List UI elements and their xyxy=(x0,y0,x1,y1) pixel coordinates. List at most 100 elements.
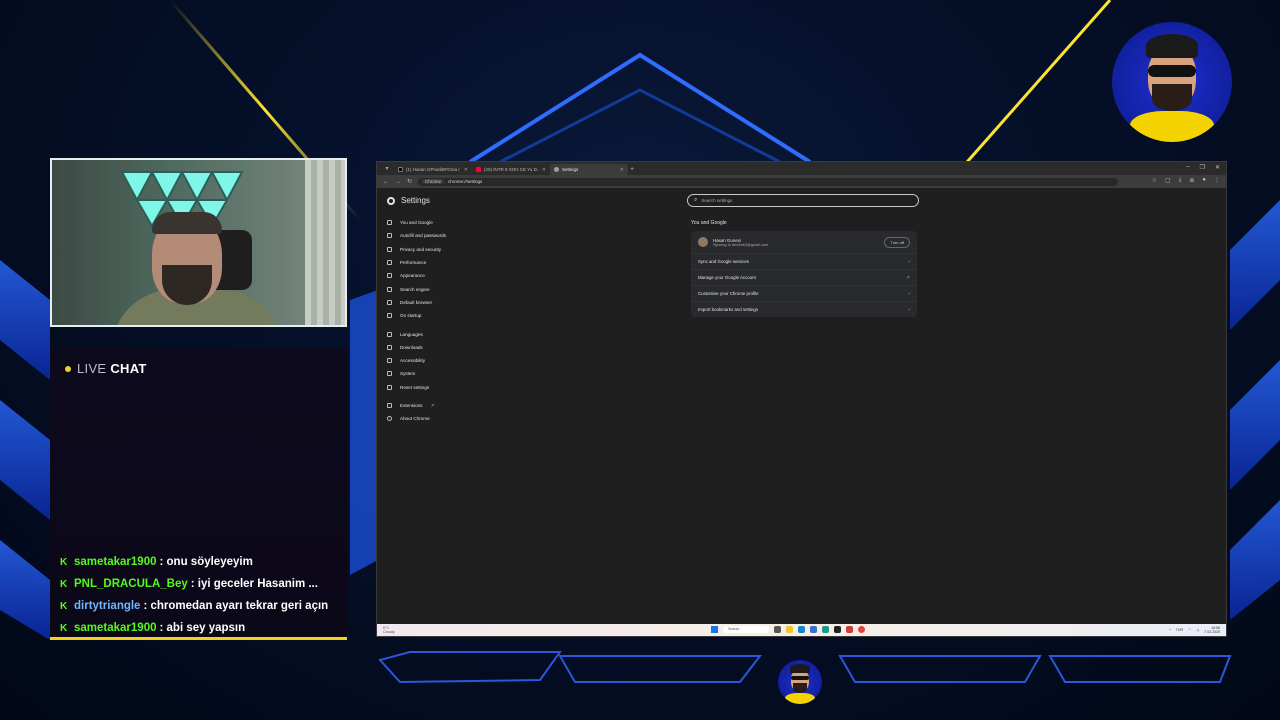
obs-icon[interactable] xyxy=(834,626,841,633)
profile-sync-status: Syncing to devilm63@gmail.com xyxy=(713,242,769,247)
customise-profile-row[interactable]: Customise your Chrome profile › xyxy=(691,285,917,301)
file-explorer-icon[interactable] xyxy=(786,626,793,633)
sidebar-item-reset[interactable]: Reset settings xyxy=(387,381,507,394)
window-controls: – ❐ ✕ xyxy=(1186,164,1220,171)
settings-page: Settings You and Google Autofill and pas… xyxy=(377,188,1226,624)
weather-widget[interactable]: 6°C Cloudy xyxy=(383,626,395,634)
wifi-icon[interactable]: ◠ xyxy=(1188,628,1191,632)
close-icon[interactable]: ✕ xyxy=(620,167,624,173)
tray-language[interactable]: TUR xyxy=(1176,628,1183,632)
reset-icon xyxy=(387,384,392,390)
minimize-icon[interactable]: – xyxy=(1186,164,1189,171)
chat-text: : onu söyleyeyim xyxy=(159,556,253,568)
streamer-avatar-small xyxy=(778,660,822,704)
accessibility-icon xyxy=(387,358,392,364)
sidebar-item-system[interactable]: System xyxy=(387,367,507,380)
tab-strip: ▾ (1) Hasan GPnarli8FGma / X ✕ (20) INTR… xyxy=(377,162,1226,175)
sidebar-item-downloads[interactable]: Downloads xyxy=(387,341,507,354)
live-dot-icon xyxy=(65,365,71,372)
app-icon[interactable] xyxy=(846,626,853,633)
store-icon[interactable] xyxy=(810,626,817,633)
bookmark-star-icon[interactable]: ☆ xyxy=(1152,177,1157,184)
back-icon[interactable]: ← xyxy=(383,179,389,185)
task-view-icon[interactable] xyxy=(774,626,781,633)
chat-text: : chromedan ayarı tekrar geri açın xyxy=(143,600,329,612)
profile-row[interactable]: Hasan Gunesi Syncing to devilm63@gmail.c… xyxy=(691,231,917,253)
app-icon[interactable] xyxy=(822,626,829,633)
new-tab-button[interactable]: + xyxy=(630,166,634,173)
sidebar-item-about-chrome[interactable]: About Chrome xyxy=(387,412,507,425)
sidebar-item-search-engine[interactable]: Search engine xyxy=(387,282,507,295)
you-and-google-card: Hasan Gunesi Syncing to devilm63@gmail.c… xyxy=(691,231,917,317)
kick-icon: K xyxy=(60,600,68,612)
close-icon[interactable]: ✕ xyxy=(542,167,546,173)
chrome-window: ▾ (1) Hasan GPnarli8FGma / X ✕ (20) INTR… xyxy=(376,161,1227,637)
google-icon xyxy=(387,220,392,226)
volume-icon[interactable]: ◁ xyxy=(1196,628,1199,632)
sidebar-item-appearance[interactable]: Appearance xyxy=(387,269,507,282)
download-icon[interactable]: ⤓ xyxy=(1179,177,1182,184)
chevron-right-icon: › xyxy=(908,258,910,265)
sidebar-item-you-and-google[interactable]: You and Google xyxy=(387,216,507,229)
menu-icon[interactable]: ⋮ xyxy=(1214,177,1220,184)
search-icon xyxy=(387,286,392,292)
tab-youtube[interactable]: (20) INTR 8 SOH CE Yu D... ✕ xyxy=(472,164,550,175)
reload-icon[interactable]: ↻ xyxy=(407,178,412,185)
palette-icon xyxy=(387,273,392,279)
autofill-icon xyxy=(387,233,392,239)
chat-message: K sametakar1900 : abi sey yapsın xyxy=(60,617,345,639)
tab-x[interactable]: (1) Hasan GPnarli8FGma / X ✕ xyxy=(394,164,472,175)
language-icon xyxy=(387,331,392,337)
edge-icon[interactable] xyxy=(798,626,805,633)
tray-date[interactable]: 7.02.2025 xyxy=(1204,630,1220,634)
settings-sidebar: You and Google Autofill and passwords Pr… xyxy=(387,216,507,425)
sidebar-item-performance[interactable]: Performance xyxy=(387,256,507,269)
toolbar-actions: ☆ ▢ ⤓ ⊕ ● ⋮ xyxy=(1152,177,1220,184)
windows-start-icon[interactable] xyxy=(711,626,718,633)
sidebar-item-privacy[interactable]: Privacy and security xyxy=(387,243,507,256)
chat-message: K dirtytriangle : chromedan ayarı tekrar… xyxy=(60,595,345,617)
tab-settings[interactable]: Settings ✕ xyxy=(550,164,628,175)
close-icon[interactable]: ✕ xyxy=(464,167,468,173)
search-settings-input[interactable]: ⌕ Search settings xyxy=(687,194,919,207)
wrench-icon xyxy=(387,371,392,377)
manage-account-row[interactable]: Manage your Google Account ↗ xyxy=(691,269,917,285)
x-icon xyxy=(398,167,403,172)
chat-messages: K sametakar1900 : onu söyleyeyim K PNL_D… xyxy=(60,551,345,639)
chat-message: K sametakar1900 : onu söyleyeyim xyxy=(60,551,345,573)
sidebar-item-accessibility[interactable]: Accessibility xyxy=(387,354,507,367)
browser-toolbar: ← → ↻ Chrome chrome://settings ☆ ▢ ⤓ ⊕ ●… xyxy=(377,175,1226,188)
address-bar[interactable]: Chrome chrome://settings xyxy=(418,177,1119,186)
tray-chevron-icon[interactable]: ^ xyxy=(1169,628,1171,632)
sidepanel-icon[interactable]: ▢ xyxy=(1165,177,1171,184)
profile-icon[interactable]: ● xyxy=(1202,177,1206,184)
close-window-icon[interactable]: ✕ xyxy=(1215,164,1220,171)
chrome-taskbar-icon[interactable] xyxy=(858,626,865,633)
settings-header: Settings xyxy=(387,196,430,205)
tab-search-icon[interactable]: ▾ xyxy=(383,165,391,173)
maximize-icon[interactable]: ❐ xyxy=(1200,164,1205,171)
webcam-feed xyxy=(50,158,347,327)
sidebar-item-autofill[interactable]: Autofill and passwords xyxy=(387,229,507,242)
sidebar-item-default-browser[interactable]: Default browser xyxy=(387,296,507,309)
search-placeholder: Search settings xyxy=(701,198,733,203)
chat-text: : iyi geceler Hasanim ... xyxy=(190,578,318,590)
import-bookmarks-row[interactable]: Import bookmarks and settings › xyxy=(691,301,917,317)
sidebar-item-languages[interactable]: Languages xyxy=(387,327,507,340)
chrome-icon xyxy=(387,416,392,422)
settings-title: Settings xyxy=(401,196,430,205)
sync-services-row[interactable]: Sync and Google services › xyxy=(691,253,917,269)
sidebar-item-extensions[interactable]: Extensions ↗ xyxy=(387,399,507,412)
power-icon xyxy=(387,313,392,319)
forward-icon[interactable]: → xyxy=(395,179,401,185)
chat-username: PNL_DRACULA_Bey xyxy=(74,578,188,590)
turn-off-button[interactable]: Turn off xyxy=(884,236,910,248)
sidebar-item-on-startup[interactable]: On startup xyxy=(387,309,507,322)
download-icon xyxy=(387,344,392,350)
kick-icon: K xyxy=(60,578,68,590)
chrome-logo-icon xyxy=(387,196,395,205)
chat-text: : abi sey yapsın xyxy=(159,622,246,634)
taskbar-search[interactable]: Search xyxy=(723,626,769,633)
section-title: You and Google xyxy=(691,220,727,226)
extensions-icon[interactable]: ⊕ xyxy=(1189,177,1194,184)
